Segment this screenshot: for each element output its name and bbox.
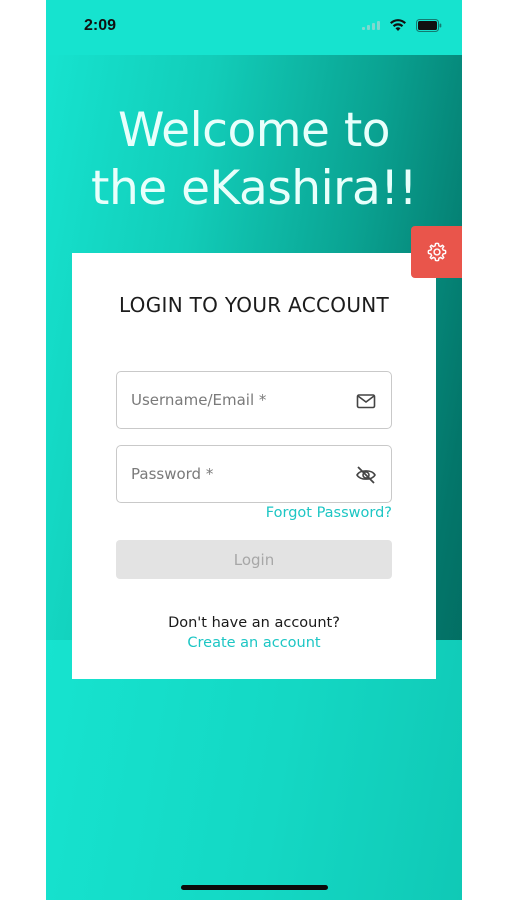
eye-off-icon[interactable] <box>355 464 377 486</box>
status-icons <box>362 18 442 32</box>
welcome-line-2: the eKashira!! <box>91 161 417 216</box>
status-bar: 2:09 <box>46 0 462 55</box>
phone-screen: 2:09 Welcome to the eKashira!! LOGIN TO … <box>46 0 462 900</box>
forgot-password-link[interactable]: Forgot Password? <box>266 505 392 521</box>
wifi-icon <box>390 19 406 31</box>
settings-button[interactable] <box>411 226 462 278</box>
username-input[interactable] <box>117 372 391 428</box>
mail-icon <box>356 394 376 409</box>
login-button[interactable]: Login <box>116 540 392 579</box>
signal-icon <box>362 20 380 30</box>
gear-icon <box>427 242 446 262</box>
username-field[interactable] <box>116 371 392 429</box>
login-card: LOGIN TO YOUR ACCOUNT Forgot Password? L… <box>72 253 436 679</box>
welcome-heading: Welcome to the eKashira!! <box>46 102 462 218</box>
home-indicator <box>181 885 328 890</box>
password-field[interactable] <box>116 445 392 503</box>
hero-background-bottom <box>46 640 462 900</box>
create-account-link[interactable]: Create an account <box>72 635 436 651</box>
password-input[interactable] <box>117 446 391 502</box>
no-account-text: Don't have an account? <box>168 615 340 631</box>
welcome-line-1: Welcome to <box>117 103 391 158</box>
battery-icon <box>416 18 442 32</box>
status-time: 2:09 <box>84 17 117 34</box>
login-title: LOGIN TO YOUR ACCOUNT <box>118 293 390 317</box>
